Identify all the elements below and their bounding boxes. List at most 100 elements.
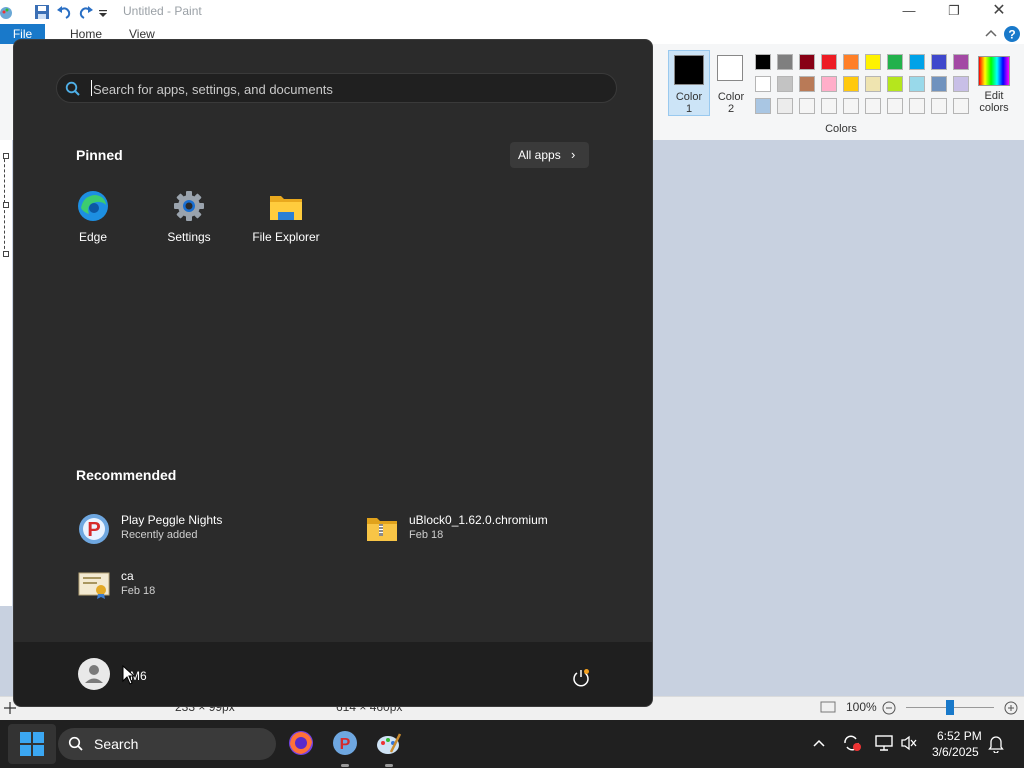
palette-swatch[interactable] [777, 54, 793, 70]
help-icon[interactable]: ? [1004, 26, 1020, 42]
palette-swatch[interactable] [821, 54, 837, 70]
palette-swatch[interactable] [821, 76, 837, 92]
all-apps-label: All apps [518, 148, 561, 162]
palette-swatch[interactable] [865, 76, 881, 92]
palette-swatch[interactable] [821, 98, 837, 114]
firefox-icon[interactable] [288, 730, 314, 756]
restore-button[interactable]: ❐ [931, 0, 977, 24]
clock-time[interactable]: 6:52 PM [937, 729, 982, 743]
edit-colors-button[interactable]: Edit colors [972, 90, 1016, 114]
search-icon [68, 736, 83, 751]
pinned-app-label: File Explorer [252, 230, 320, 244]
chevron-up-icon[interactable] [812, 738, 826, 748]
save-icon[interactable] [34, 4, 50, 20]
palette-swatch[interactable] [777, 98, 793, 114]
drawing-canvas[interactable] [0, 140, 12, 606]
start-search-input[interactable] [91, 78, 595, 100]
color1-swatch [674, 55, 704, 85]
palette-swatch[interactable] [755, 76, 771, 92]
taskbar-search-label: Search [94, 736, 139, 752]
resize-handle[interactable] [3, 153, 9, 159]
palette-swatch[interactable] [843, 98, 859, 114]
colors-group-label: Colors [825, 123, 857, 135]
recommended-item-subtitle: Feb 18 [409, 529, 444, 541]
taskbar-search[interactable]: Search [58, 728, 276, 760]
palette-swatch[interactable] [953, 76, 969, 92]
start-footer: M6 [14, 642, 652, 706]
palette-swatch[interactable] [953, 54, 969, 70]
start-button[interactable] [8, 724, 56, 764]
power-icon[interactable] [571, 668, 591, 688]
title-bar: Untitled - Paint — ❐ ✕ [0, 0, 1024, 24]
network-icon[interactable] [874, 735, 894, 751]
all-apps-button[interactable]: All apps › [510, 142, 589, 168]
zoom-in-icon[interactable] [1004, 701, 1018, 715]
customize-quick-access-icon[interactable] [98, 4, 108, 20]
pinned-app-label: Edge [78, 230, 108, 244]
palette-swatch[interactable] [843, 76, 859, 92]
recommended-item-subtitle: Recently added [121, 529, 198, 541]
collapse-ribbon-icon[interactable] [984, 28, 998, 38]
undo-icon[interactable] [56, 4, 72, 20]
palette-swatch[interactable] [799, 76, 815, 92]
start-search-box[interactable] [56, 73, 617, 103]
redo-icon[interactable] [78, 4, 94, 20]
recommended-item-ca[interactable]: ca Feb 18 [76, 567, 336, 607]
palette-swatch[interactable] [931, 76, 947, 92]
pinned-app-label: Settings [167, 230, 211, 244]
minimize-button[interactable]: — [886, 0, 932, 24]
palette-swatch[interactable] [887, 54, 903, 70]
zoom-level-icon [820, 701, 836, 713]
volume-muted-icon[interactable] [900, 735, 918, 751]
gear-icon [174, 191, 204, 221]
palette-swatch[interactable] [799, 98, 815, 114]
recommended-item-title: ca [121, 569, 134, 583]
sync-icon[interactable] [842, 734, 862, 752]
color1-label: Color 1 [675, 91, 703, 115]
notification-bell-icon[interactable] [988, 735, 1004, 753]
palette-swatch[interactable] [953, 98, 969, 114]
close-button[interactable]: ✕ [976, 0, 1022, 24]
palette-swatch[interactable] [865, 98, 881, 114]
running-indicator [385, 764, 393, 767]
palette-swatch[interactable] [887, 98, 903, 114]
running-indicator [341, 764, 349, 767]
pinned-title: Pinned [76, 147, 123, 163]
edge-icon [78, 191, 108, 221]
palette-swatch[interactable] [909, 98, 925, 114]
zoom-percentage: 100% [846, 700, 877, 714]
resize-handle[interactable] [3, 202, 9, 208]
zoom-out-icon[interactable] [882, 701, 896, 715]
windows-logo-icon [20, 732, 44, 756]
palette-swatch[interactable] [909, 54, 925, 70]
rainbow-palette-icon[interactable] [978, 56, 1010, 86]
taskbar-app-peggle[interactable]: P [332, 726, 358, 767]
paint-icon [377, 733, 402, 754]
svg-text:?: ? [1008, 28, 1015, 42]
folder-icon [270, 196, 302, 220]
palette-swatch[interactable] [909, 76, 925, 92]
palette-swatch[interactable] [755, 98, 771, 114]
start-menu: Pinned All apps › Edge Settings [13, 39, 653, 707]
taskbar-app-paint[interactable] [376, 726, 402, 767]
color2-swatch[interactable] [717, 55, 743, 81]
svg-text:P: P [340, 736, 351, 753]
palette-swatch[interactable] [799, 54, 815, 70]
palette-swatch[interactable] [931, 54, 947, 70]
palette-swatch[interactable] [931, 98, 947, 114]
recommended-item-ublock[interactable]: uBlock0_1.62.0.chromium Feb 18 [364, 511, 624, 551]
svg-text:P: P [87, 519, 100, 541]
resize-handle[interactable] [3, 251, 9, 257]
palette-swatch[interactable] [755, 54, 771, 70]
palette-swatch[interactable] [887, 76, 903, 92]
clock-date[interactable]: 3/6/2025 [932, 745, 979, 759]
recommended-item-peggle[interactable]: P Play Peggle Nights Recently added [76, 511, 336, 551]
palette-swatch[interactable] [777, 76, 793, 92]
chevron-right-icon: › [571, 147, 576, 162]
recommended-title: Recommended [76, 467, 177, 483]
zip-folder-icon [367, 518, 397, 541]
zoom-slider-thumb[interactable] [946, 700, 954, 715]
palette-swatch[interactable] [865, 54, 881, 70]
palette-swatch[interactable] [843, 54, 859, 70]
peggle-icon: P [79, 514, 109, 544]
